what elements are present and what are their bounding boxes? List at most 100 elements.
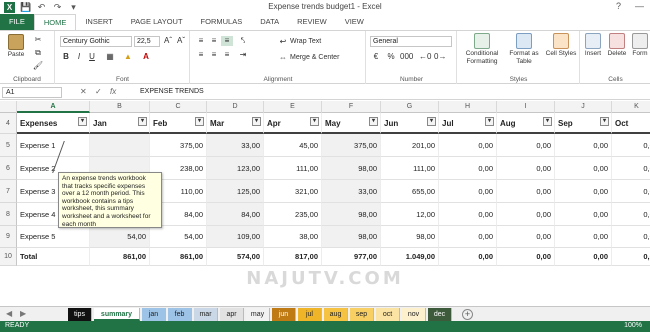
sheet-tab-feb[interactable]: feb (168, 308, 192, 321)
filter-dropdown-icon[interactable]: ▾ (78, 117, 87, 126)
indent-icon[interactable]: ⇥ (237, 50, 249, 60)
sheet-tab-summary[interactable]: summary (94, 308, 140, 321)
table-cell[interactable]: 0,00 (497, 157, 555, 180)
filter-dropdown-icon[interactable]: ▾ (427, 117, 436, 126)
name-box[interactable]: A1 (2, 87, 62, 98)
column-header[interactable]: E (264, 101, 322, 113)
table-cell[interactable]: 321,00 (264, 180, 322, 203)
column-title-cell[interactable]: Jun ▾ (381, 113, 439, 134)
add-sheet-icon[interactable]: + (462, 309, 473, 320)
formula-input[interactable]: EXPENSE TRENDS (140, 88, 204, 95)
font-size-select[interactable]: 22,5 (134, 36, 160, 47)
table-cell[interactable]: 0,00 (439, 226, 497, 248)
next-sheet-icon[interactable]: ▶ (20, 309, 26, 318)
merge-center-icon[interactable]: ⇔ (277, 53, 289, 63)
filter-dropdown-icon[interactable]: ▾ (138, 117, 147, 126)
wrap-text-button[interactable]: Wrap Text (290, 38, 321, 45)
wrap-text-icon[interactable]: ↩ (277, 37, 289, 47)
filter-dropdown-icon[interactable]: ▾ (252, 117, 261, 126)
orientation-icon[interactable]: ⤣ (237, 36, 249, 46)
fill-color-icon[interactable]: ▲ (122, 52, 134, 62)
table-cell[interactable]: 0,00 (439, 203, 497, 226)
column-header[interactable]: J (555, 101, 612, 113)
align-left-icon[interactable]: ≡ (195, 50, 207, 60)
italic-icon[interactable]: I (73, 52, 85, 62)
column-title-cell[interactable]: Aug ▾ (497, 113, 555, 134)
table-cell[interactable]: 0,00 (439, 248, 497, 266)
sheet-tab-jan[interactable]: jan (142, 308, 166, 321)
row-header[interactable]: 6 (0, 157, 17, 180)
column-title-cell[interactable]: May ▾ (322, 113, 381, 134)
format-as-table-button[interactable]: Format as Table (505, 33, 543, 66)
sheet-tab-mar[interactable]: mar (194, 308, 218, 321)
font-color-icon[interactable]: A (140, 52, 152, 62)
column-title-cell[interactable]: Jul ▾ (439, 113, 497, 134)
column-header[interactable]: F (322, 101, 381, 113)
tab-view[interactable]: VIEW (336, 14, 373, 30)
table-cell[interactable]: 235,00 (264, 203, 322, 226)
table-cell[interactable]: 0,00 (612, 248, 650, 266)
format-painter-icon[interactable]: 🖌 (32, 61, 44, 71)
column-title-cell[interactable]: Oct▾ (612, 113, 650, 134)
underline-icon[interactable]: U (86, 52, 98, 62)
align-top-icon[interactable]: ≡ (195, 36, 207, 46)
sheet-tab-jun[interactable]: jun (272, 308, 296, 321)
table-cell[interactable]: 98,00 (322, 157, 381, 180)
select-all-corner[interactable] (0, 101, 17, 113)
table-cell[interactable]: 123,00 (207, 157, 264, 180)
font-family-select[interactable]: Century Gothic (60, 36, 132, 47)
table-cell[interactable]: 33,00 (207, 134, 264, 157)
column-title-cell[interactable]: Expenses ▾ (17, 113, 90, 134)
cut-icon[interactable]: ✂ (32, 35, 44, 45)
delete-button[interactable]: Delete (606, 33, 628, 58)
table-cell[interactable]: 0,00 (612, 180, 650, 203)
table-cell[interactable]: 375,00 (150, 134, 207, 157)
table-cell[interactable]: 98,00 (322, 226, 381, 248)
filter-dropdown-icon[interactable]: ▾ (195, 117, 204, 126)
format-button[interactable]: Form (630, 33, 650, 58)
tab-home[interactable]: HOME (33, 14, 77, 30)
row-header[interactable]: 10 (0, 248, 17, 266)
column-header[interactable]: I (497, 101, 555, 113)
tab-page-layout[interactable]: PAGE LAYOUT (122, 14, 192, 30)
table-cell[interactable]: Expense 1 (17, 134, 90, 157)
column-title-cell[interactable]: Feb ▾ (150, 113, 207, 134)
cell-styles-button[interactable]: Cell Styles (545, 33, 577, 58)
column-title-cell[interactable]: Jan ▾ (90, 113, 150, 134)
decrease-decimal-icon[interactable]: 0→ (434, 52, 446, 62)
increase-decimal-icon[interactable]: ←0 (419, 52, 431, 62)
table-cell[interactable]: 0,00 (497, 226, 555, 248)
table-cell[interactable]: 0,00 (555, 157, 612, 180)
zoom-level[interactable]: 100% (624, 322, 642, 329)
table-cell[interactable]: 655,00 (381, 180, 439, 203)
table-cell[interactable]: 0,00 (555, 180, 612, 203)
table-cell[interactable]: 111,00 (381, 157, 439, 180)
grow-font-icon[interactable]: Aˆ (162, 36, 174, 46)
filter-dropdown-icon[interactable]: ▾ (369, 117, 378, 126)
column-header[interactable]: H (439, 101, 497, 113)
table-cell[interactable]: 0,00 (612, 226, 650, 248)
align-center-icon[interactable]: ≡ (208, 50, 220, 60)
table-cell[interactable]: 0,00 (439, 157, 497, 180)
borders-icon[interactable]: ▦ (104, 52, 116, 62)
filter-dropdown-icon[interactable]: ▾ (310, 117, 319, 126)
table-cell[interactable]: 0,00 (555, 248, 612, 266)
filter-dropdown-icon[interactable]: ▾ (543, 117, 552, 126)
table-cell[interactable]: 109,00 (207, 226, 264, 248)
sheet-tab-may[interactable]: may (246, 308, 270, 321)
tab-formulas[interactable]: FORMULAS (192, 14, 252, 30)
help-icon[interactable]: ? (616, 1, 621, 11)
column-title-cell[interactable]: Apr ▾ (264, 113, 322, 134)
table-cell[interactable]: 977,00 (322, 248, 381, 266)
insert-button[interactable]: Insert (582, 33, 604, 58)
table-cell[interactable]: 0,00 (439, 180, 497, 203)
table-cell[interactable]: 817,00 (264, 248, 322, 266)
table-cell[interactable]: 0,00 (555, 226, 612, 248)
column-header[interactable]: A (17, 101, 90, 113)
table-cell[interactable]: 201,00 (381, 134, 439, 157)
table-cell[interactable]: 54,00 (90, 226, 150, 248)
sheet-tab-dec[interactable]: dec (428, 308, 452, 321)
table-cell[interactable]: 54,00 (150, 226, 207, 248)
shrink-font-icon[interactable]: Aˇ (175, 36, 187, 46)
conditional-formatting-button[interactable]: Conditional Formatting (461, 33, 503, 66)
